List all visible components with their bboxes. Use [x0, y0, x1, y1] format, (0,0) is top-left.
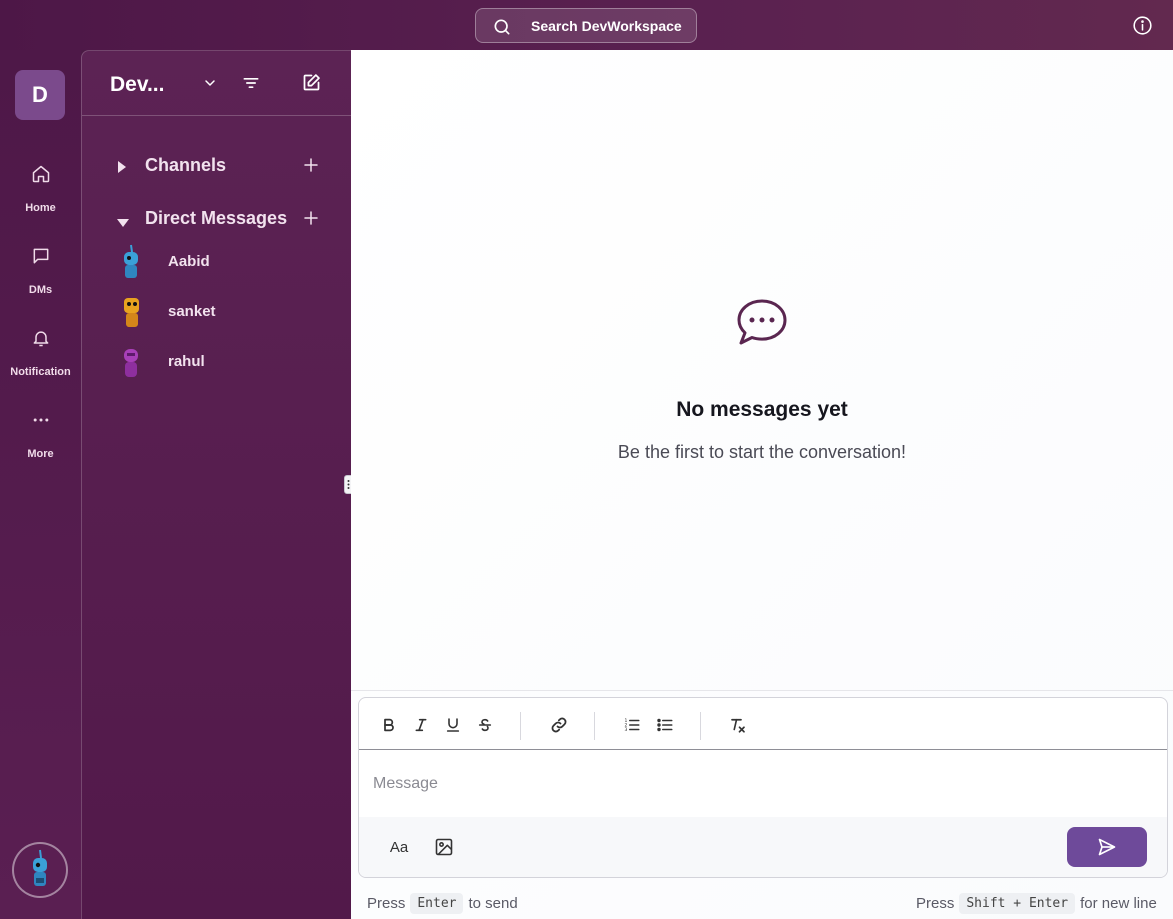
chat-bubble-icon — [736, 298, 788, 351]
strikethrough-icon[interactable] — [475, 715, 495, 735]
search-label: Search DevWorkspace — [531, 18, 682, 34]
info-icon[interactable] — [1132, 15, 1153, 36]
sidebar: Dev... Channels Direct Messages Aabid sa… — [81, 50, 352, 919]
formatting-toolbar: 123 — [359, 698, 1167, 750]
text-format-button[interactable]: Aa — [388, 836, 410, 858]
workspace-name[interactable]: Dev... — [110, 73, 164, 97]
hint-suffix: to send — [468, 895, 518, 912]
add-dm-icon[interactable] — [302, 209, 320, 232]
send-hint: Press Enter to send — [367, 893, 518, 914]
clear-formatting-icon[interactable] — [728, 715, 748, 735]
empty-state-subtitle: Be the first to start the conversation! — [617, 442, 907, 462]
message-area: No messages yet Be the first to start th… — [351, 50, 1173, 919]
rail-item-notification[interactable]: Notification — [0, 328, 81, 378]
channels-label: Channels — [145, 155, 227, 175]
rail-item-home[interactable]: Home — [0, 164, 81, 214]
direct-messages-section[interactable]: Direct Messages — [82, 205, 352, 231]
caret-down-icon[interactable] — [116, 213, 130, 234]
hint-prefix: Press — [916, 895, 955, 912]
hint-prefix: Press — [367, 895, 406, 912]
image-icon[interactable] — [433, 836, 455, 858]
empty-state-title: No messages yet — [676, 398, 848, 421]
underline-icon[interactable] — [443, 715, 463, 735]
rail-item-dms[interactable]: DMs — [0, 246, 81, 296]
channels-section[interactable]: Channels — [82, 152, 352, 178]
add-channel-icon[interactable] — [302, 156, 320, 179]
left-rail: D Home DMs Notification More — [0, 50, 81, 919]
send-button[interactable] — [1067, 827, 1147, 867]
dm-item-rahul[interactable]: rahul — [82, 344, 352, 380]
hint-suffix: for new line — [1080, 895, 1157, 912]
dm-name: Aabid — [168, 253, 210, 270]
divider — [351, 690, 1173, 691]
toolbar-divider — [594, 712, 595, 740]
direct-messages-label: Direct Messages — [145, 208, 288, 228]
dm-name: rahul — [168, 353, 205, 370]
rail-item-more[interactable]: More — [0, 410, 81, 460]
rail-label-more: More — [27, 448, 54, 460]
user-avatar[interactable] — [12, 842, 68, 898]
search-button[interactable]: Search DevWorkspace — [475, 8, 697, 43]
bullet-list-icon[interactable] — [655, 715, 675, 735]
avatar — [118, 294, 144, 330]
bell-icon — [0, 328, 81, 352]
toolbar-divider — [520, 712, 521, 740]
home-icon — [0, 164, 81, 188]
compose-icon[interactable] — [301, 72, 322, 98]
dm-item-sanket[interactable]: sanket — [82, 294, 352, 330]
italic-icon[interactable] — [411, 715, 431, 735]
avatar — [118, 344, 144, 380]
message-square-icon — [0, 246, 81, 270]
toolbar-divider — [700, 712, 701, 740]
top-bar: Search DevWorkspace — [0, 0, 1173, 50]
rail-label-notification: Notification — [10, 366, 71, 378]
composer-actions: Aa — [359, 817, 1167, 877]
key-enter: Enter — [410, 893, 464, 914]
rail-label-home: Home — [25, 202, 56, 214]
caret-right-icon[interactable] — [116, 158, 128, 179]
filter-icon[interactable] — [241, 73, 261, 98]
svg-text:3: 3 — [625, 727, 628, 733]
link-icon[interactable] — [549, 715, 569, 735]
sidebar-header: Dev... — [82, 51, 352, 116]
send-icon — [1098, 838, 1116, 856]
bold-icon[interactable] — [379, 715, 399, 735]
search-icon — [494, 19, 510, 35]
workspace-avatar[interactable]: D — [15, 70, 65, 120]
rail-label-dms: DMs — [28, 284, 53, 296]
more-horizontal-icon — [0, 410, 81, 434]
key-shift-enter: Shift + Enter — [959, 893, 1076, 914]
dm-name: sanket — [168, 303, 216, 320]
ordered-list-icon[interactable]: 123 — [622, 715, 642, 735]
message-input[interactable] — [359, 750, 1167, 817]
message-composer: 123 Aa — [358, 697, 1168, 878]
avatar — [118, 244, 144, 280]
chevron-down-icon[interactable] — [202, 75, 218, 96]
newline-hint: Press Shift + Enter for new line — [916, 893, 1157, 914]
dm-item-aabid[interactable]: Aabid — [82, 244, 352, 280]
